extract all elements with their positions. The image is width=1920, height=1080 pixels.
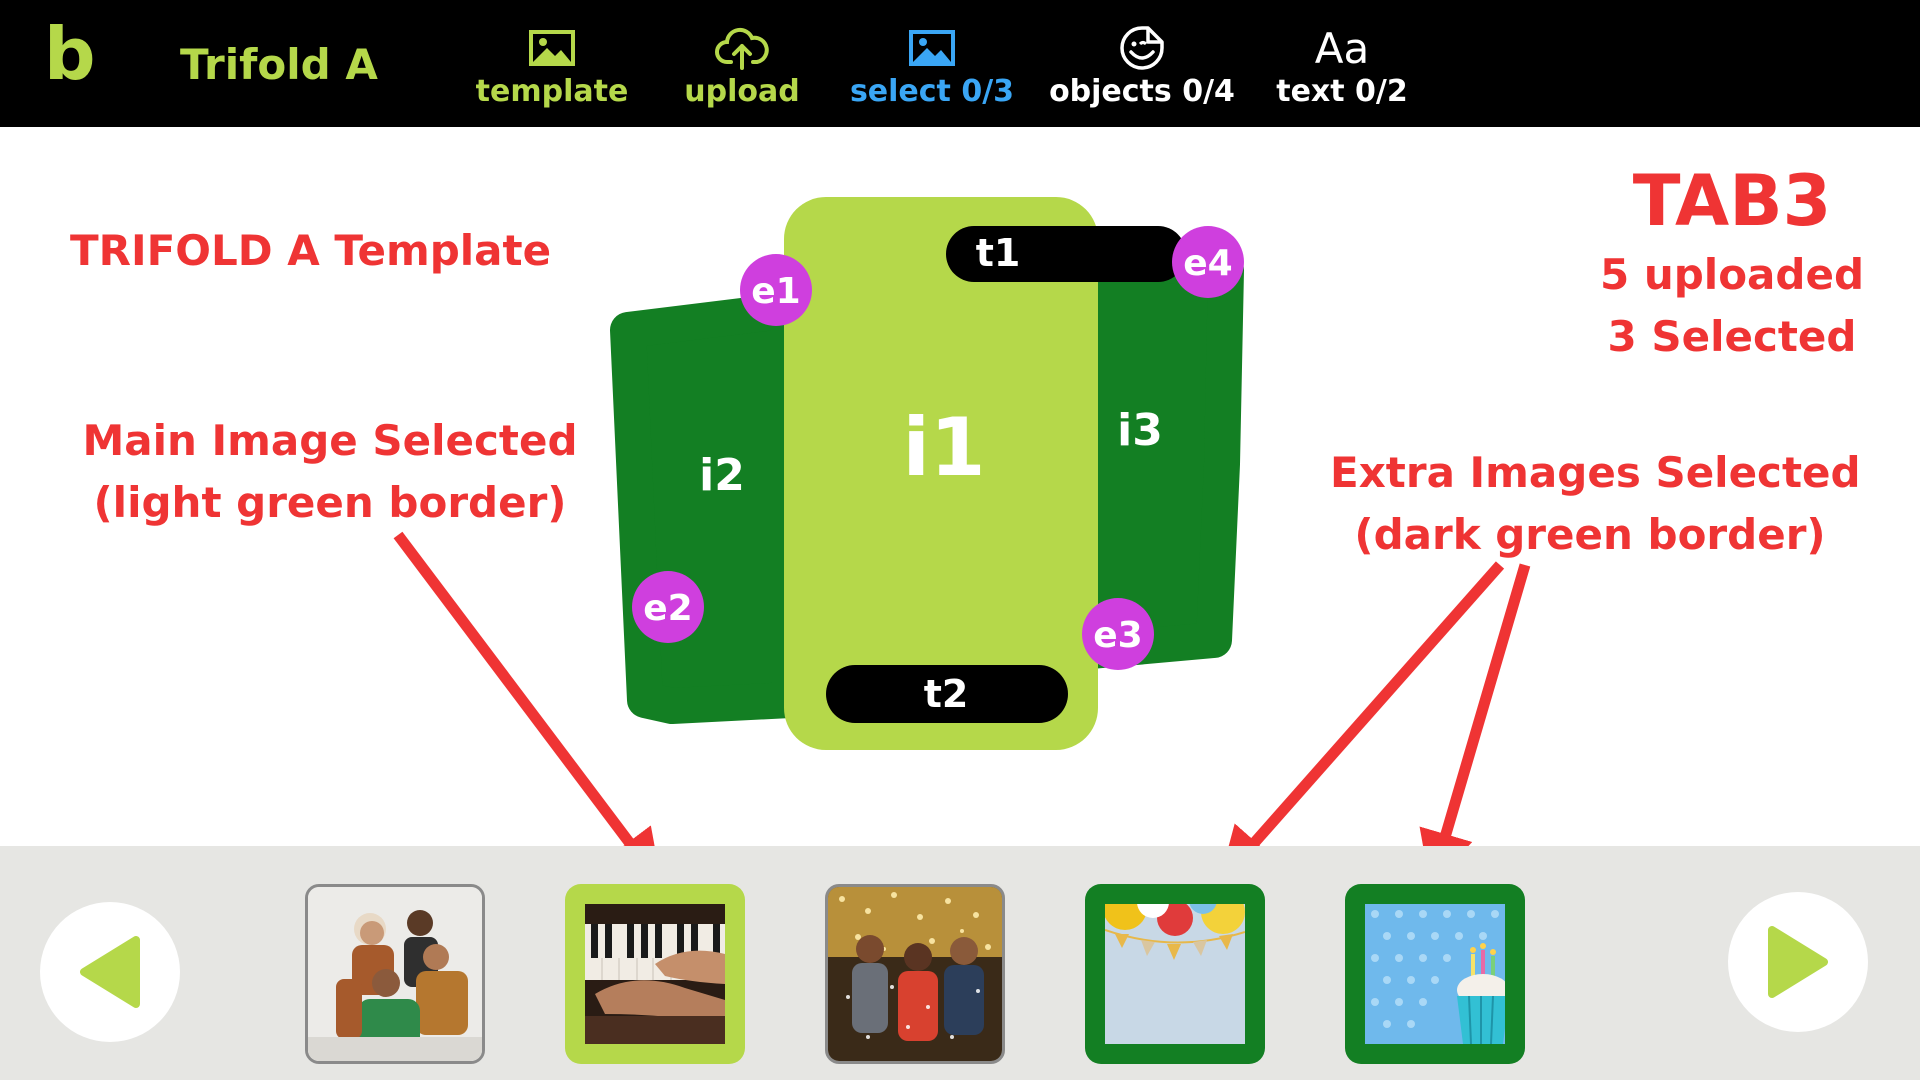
tab-template[interactable]: template	[452, 14, 652, 118]
badge-label-e4: e4	[1183, 243, 1232, 284]
thumbnail-balloons-extra-selected[interactable]	[1085, 884, 1265, 1064]
template-name-label: TRIFOLD A Template	[70, 226, 552, 275]
prev-button[interactable]	[40, 902, 180, 1042]
extra-images-note-sub: (dark green border)	[1354, 510, 1826, 559]
text-aa-icon: Aa	[1314, 23, 1370, 73]
badge-label-e1: e1	[751, 271, 800, 312]
extra-images-note: Extra Images Selected	[1330, 448, 1861, 497]
image-slot-i2[interactable]: i2	[610, 292, 808, 724]
image-icon	[832, 20, 1032, 76]
thumbnail-piano-main-selected[interactable]	[565, 884, 745, 1064]
triangle-right-icon	[1768, 926, 1828, 998]
slot-label-t2: t2	[924, 672, 969, 716]
badge-label-e3: e3	[1093, 615, 1142, 656]
slot-label-i3: i3	[1117, 405, 1163, 456]
triangle-left-icon	[80, 936, 140, 1008]
extra-badge-e4[interactable]: e4	[1172, 226, 1244, 298]
main-image-note-sub: (light green border)	[93, 478, 567, 527]
image-icon	[452, 20, 652, 76]
slot-label-i2: i2	[699, 450, 745, 501]
tab-upload[interactable]: upload	[642, 14, 842, 118]
next-button[interactable]	[1728, 892, 1868, 1032]
tab-objects[interactable]: objects 0/4	[1042, 14, 1242, 118]
arrow-to-extra-image-1	[1218, 561, 1505, 883]
tab-text[interactable]: Aa text 0/2	[1242, 14, 1442, 118]
app-logo[interactable]: b	[44, 18, 96, 90]
main-image-note: Main Image Selected	[82, 416, 578, 465]
selected-count: 3 Selected	[1607, 312, 1857, 361]
cloud-upload-icon	[642, 20, 842, 76]
text-slot-t2[interactable]: t2	[826, 665, 1068, 723]
extra-badge-e2[interactable]: e2	[632, 571, 704, 643]
tab-select[interactable]: select 0/3	[832, 14, 1032, 118]
tab-select-label: select 0/3	[849, 74, 1015, 109]
tab-text-label: text 0/2	[1276, 74, 1408, 109]
smiley-sticker-icon	[1042, 20, 1242, 76]
extra-badge-e1[interactable]: e1	[740, 254, 812, 326]
thumbnail-group-photo[interactable]	[305, 884, 485, 1064]
arrow-to-main-image	[393, 531, 662, 886]
slot-label-i1: i1	[902, 401, 985, 494]
project-title: Trifold A	[180, 40, 378, 89]
image-slot-i3[interactable]: i3	[1062, 240, 1244, 670]
thumbnail-party-photo[interactable]	[825, 884, 1005, 1064]
tab-upload-label: upload	[684, 74, 800, 109]
uploaded-count: 5 uploaded	[1599, 250, 1865, 299]
thumbnail-cupcake-extra-selected[interactable]	[1345, 884, 1525, 1064]
arrow-to-extra-image-2	[1419, 563, 1531, 887]
text-slot-t1[interactable]: t1	[946, 226, 1186, 282]
tab-template-label: template	[475, 74, 629, 109]
slot-label-t1: t1	[976, 231, 1021, 275]
tab-indicator: TAB3	[1632, 160, 1832, 242]
top-bar: b Trifold A template upload select 0/3 o…	[0, 0, 1920, 127]
tab-objects-label: objects 0/4	[1049, 74, 1235, 109]
badge-label-e2: e2	[643, 588, 692, 629]
extra-badge-e3[interactable]: e3	[1082, 598, 1154, 670]
